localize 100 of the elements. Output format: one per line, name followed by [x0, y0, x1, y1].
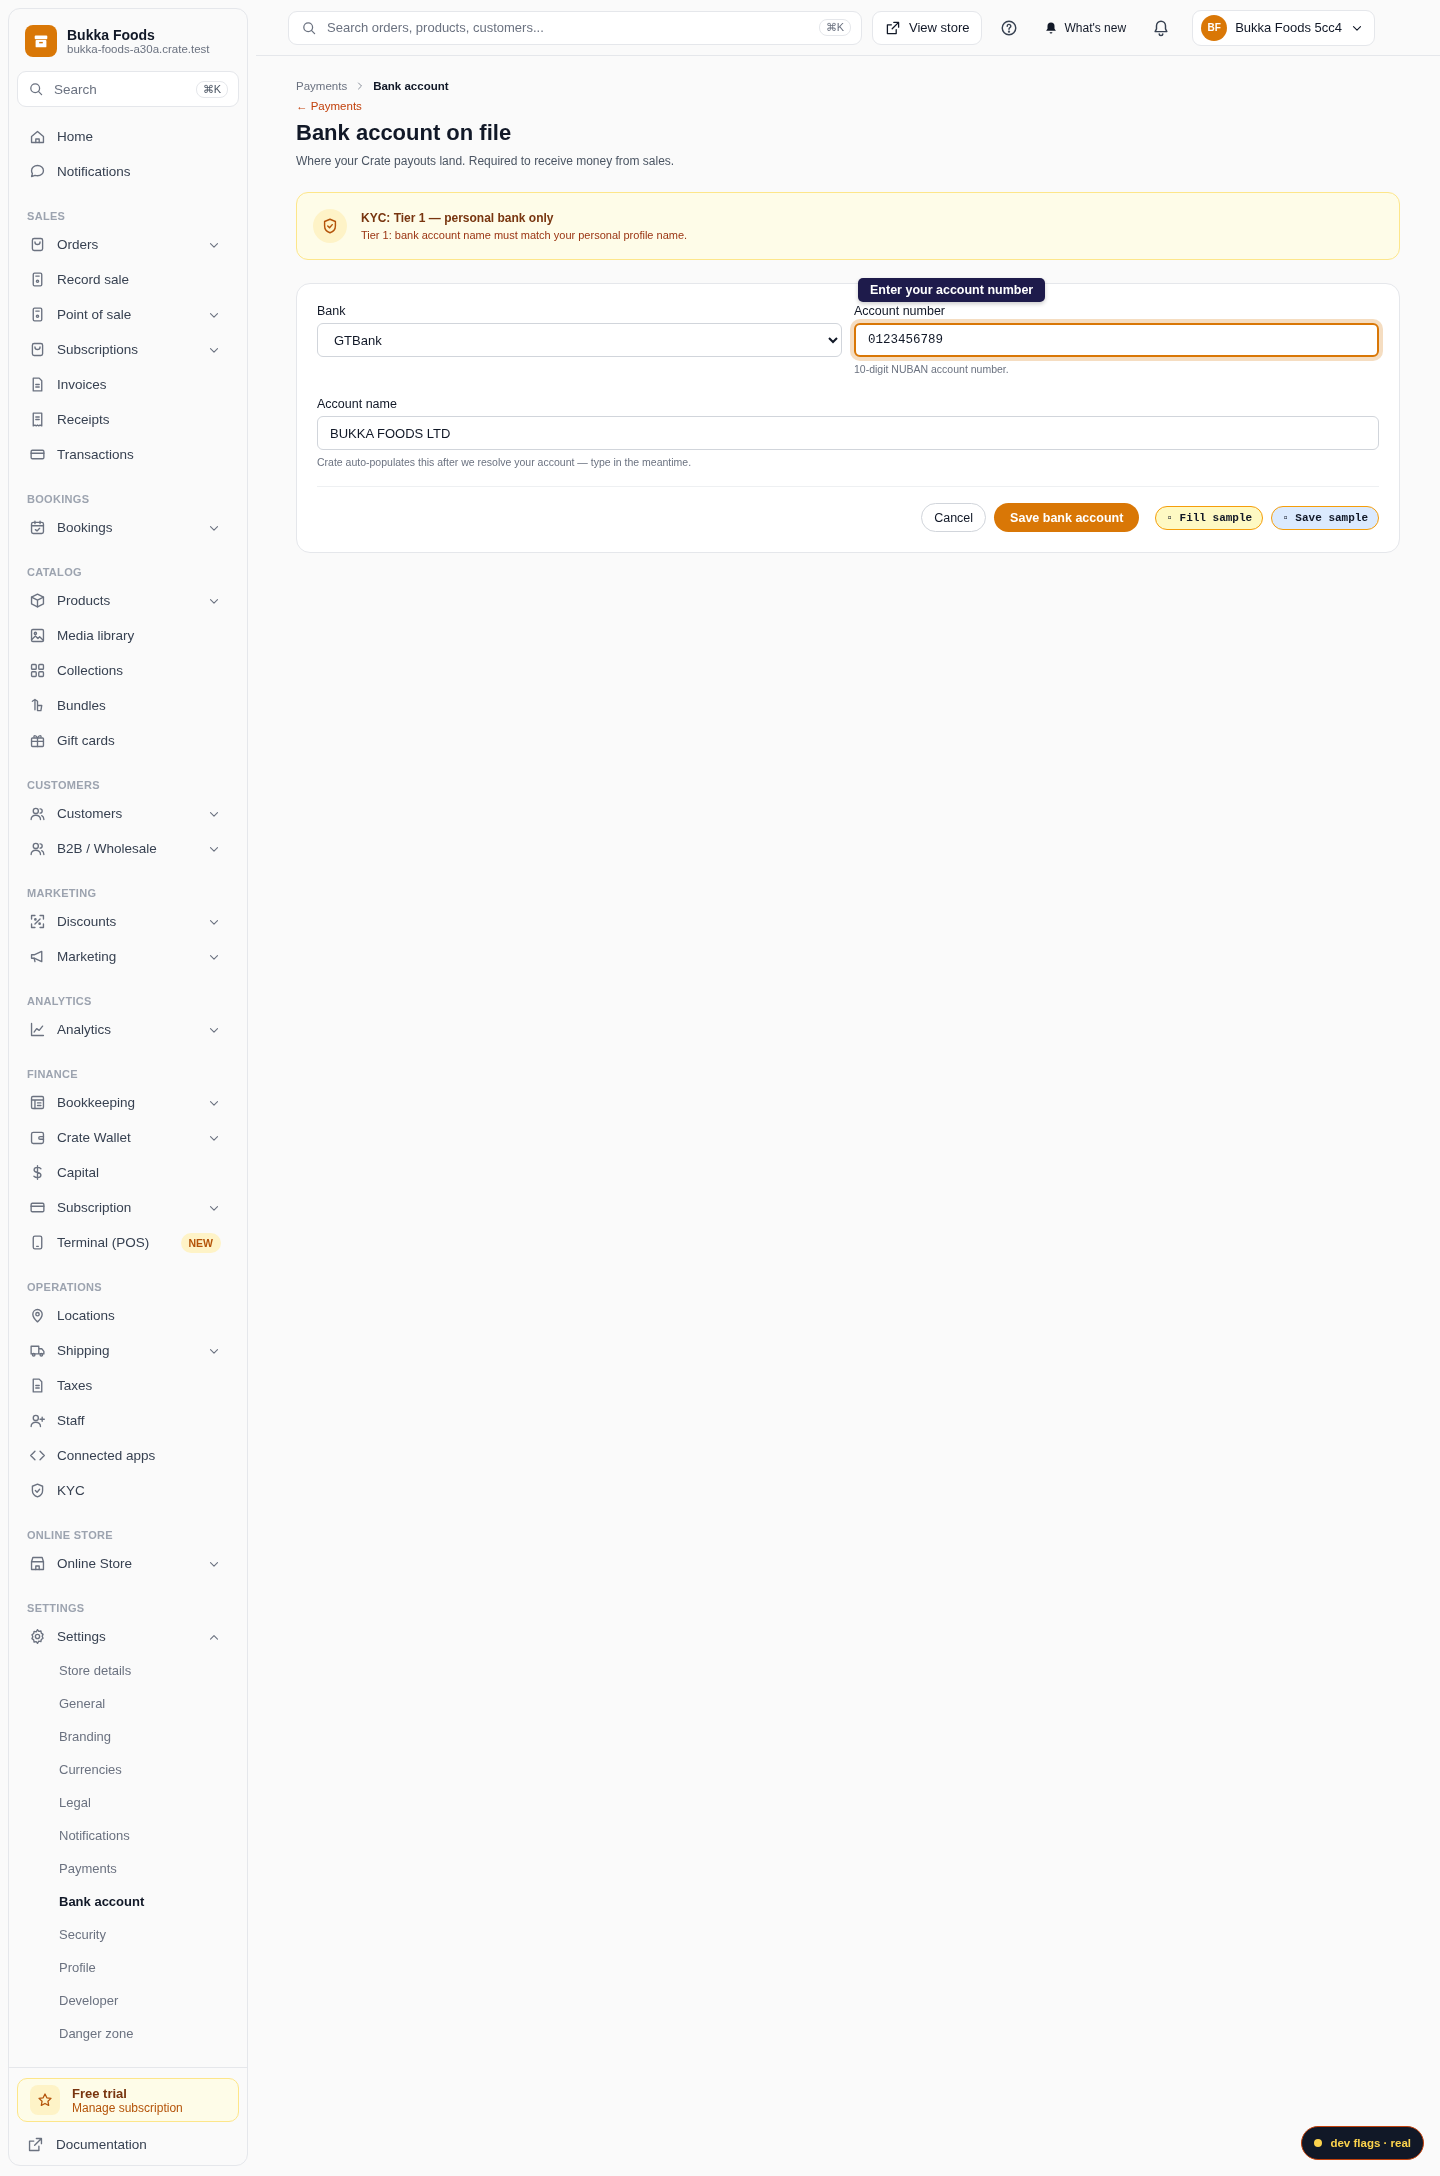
- field-hint: Crate auto-populates this after we resolve your account — type in the meantime.: [317, 456, 693, 468]
- nav-subitem[interactable]: Security: [17, 1918, 239, 1951]
- account-number-field[interactable]: 0123456789: [854, 323, 1379, 357]
- shield-icon: [313, 209, 347, 243]
- manage-subscription-link[interactable]: Manage subscription: [72, 2100, 183, 2115]
- nav-item[interactable]: Settings: [17, 1619, 239, 1654]
- nav-item[interactable]: Bookings: [17, 510, 239, 545]
- nav-item[interactable]: Terminal (POS) NEW: [17, 1225, 239, 1260]
- box-icon: [29, 592, 46, 609]
- tooltip: Enter your account number: [858, 278, 1046, 302]
- notice-text: Tier 1: bank account name must match your personal profile name.: [361, 229, 688, 241]
- nav-item[interactable]: Shipping: [17, 1333, 239, 1368]
- store-name: Bukka Foods: [67, 27, 156, 43]
- fill-sample-button[interactable]: ▫ Fill sample: [1155, 505, 1264, 530]
- nav-item[interactable]: Taxes: [17, 1368, 239, 1403]
- store-domain: bukka-foods-a30a.crate.test: [67, 43, 210, 55]
- location-pin-icon: [29, 1307, 46, 1324]
- nav-item[interactable]: Marketing: [17, 939, 239, 974]
- nav-subitem[interactable]: Danger zone: [17, 2017, 239, 2050]
- external-link-icon: [885, 19, 901, 36]
- nav-subitem[interactable]: General: [17, 1687, 239, 1720]
- section-heading: SALES: [27, 209, 67, 224]
- breadcrumb-current: Bank account: [373, 80, 449, 92]
- nav-item[interactable]: Receipts: [17, 402, 239, 437]
- dev-flags-pill[interactable]: dev flags · real: [1301, 2126, 1424, 2160]
- section-heading: CUSTOMERS: [27, 778, 101, 793]
- nav-item[interactable]: Crate Wallet: [17, 1120, 239, 1155]
- external-link-icon: [27, 2136, 44, 2153]
- view-store-button[interactable]: View store: [872, 10, 983, 45]
- nav-item[interactable]: Bookkeeping: [17, 1085, 239, 1120]
- nav-item[interactable]: Transactions: [17, 437, 239, 472]
- search-icon: [301, 19, 317, 36]
- section-heading: FINANCE: [27, 1067, 79, 1082]
- nav-subitem[interactable]: Legal: [17, 1786, 239, 1819]
- back-link[interactable]: ← Payments: [296, 100, 362, 112]
- nav-subitem[interactable]: Developer: [17, 1984, 239, 2017]
- nav-item[interactable]: Locations: [17, 1298, 239, 1333]
- nav-item[interactable]: Subscriptions: [17, 332, 239, 367]
- field-label: Account number: [854, 304, 947, 318]
- nav-item[interactable]: Customers: [17, 796, 239, 831]
- save-sample-button[interactable]: ▫ Save sample: [1271, 505, 1379, 530]
- section-heading: MARKETING: [27, 886, 98, 901]
- nav-item[interactable]: Point of sale: [17, 297, 239, 332]
- field-label: Bank: [317, 304, 347, 318]
- page-subtitle: Where your Crate payouts land. Required to receive money from sales.: [296, 154, 676, 168]
- notice-title: KYC: Tier 1 — personal bank only: [361, 211, 555, 225]
- page-title: Bank account on file: [296, 120, 513, 146]
- nav-subitem[interactable]: Profile: [17, 1951, 239, 1984]
- field-label: Account name: [317, 397, 398, 411]
- search-field[interactable]: Search orders, products, customers... ⌘K: [288, 10, 862, 45]
- users-icon: [29, 840, 46, 857]
- help-icon: [1000, 18, 1019, 37]
- documentation-link[interactable]: Documentation: [17, 2122, 239, 2155]
- nav-item[interactable]: Gift cards: [17, 723, 239, 758]
- search-icon: [28, 81, 44, 97]
- bag-icon: [29, 341, 46, 358]
- nav-item[interactable]: Analytics: [17, 1012, 239, 1047]
- nav-subitem[interactable]: Payments: [17, 1852, 239, 1885]
- new-badge: NEW: [180, 1232, 221, 1253]
- nav-subitem[interactable]: Notifications: [17, 1819, 239, 1852]
- bell-icon: [1152, 18, 1171, 37]
- nav-item[interactable]: Record sale: [17, 262, 239, 297]
- nav-item[interactable]: Media library: [17, 618, 239, 653]
- nav-item[interactable]: Discounts: [17, 904, 239, 939]
- nav-item[interactable]: Bundles: [17, 688, 239, 723]
- nav-item[interactable]: Subscription: [17, 1190, 239, 1225]
- user-plus-icon: [29, 1412, 46, 1429]
- nav-item[interactable]: Orders: [17, 227, 239, 262]
- nav-item[interactable]: Collections: [17, 653, 239, 688]
- nav-subitem[interactable]: Currencies: [17, 1753, 239, 1786]
- nav-item[interactable]: Connected apps: [17, 1438, 239, 1473]
- gift-icon: [29, 732, 46, 749]
- free-trial-card[interactable]: Free trial Manage subscription: [17, 2078, 239, 2122]
- nav-item[interactable]: B2B / Wholesale: [17, 831, 239, 866]
- section-heading: ANALYTICS: [27, 994, 93, 1009]
- cancel-button[interactable]: Cancel: [921, 503, 987, 532]
- nav-item[interactable]: Products: [17, 583, 239, 618]
- calendar-icon: [29, 519, 46, 536]
- nav-subitem[interactable]: Bank account: [17, 1885, 239, 1918]
- star-icon: [30, 2085, 60, 2115]
- account-name-field[interactable]: BUKKA FOODS LTD: [317, 416, 1379, 450]
- nav-item[interactable]: Notifications: [17, 154, 239, 189]
- nav-item[interactable]: Capital: [17, 1155, 239, 1190]
- nav-item[interactable]: Invoices: [17, 367, 239, 402]
- nav-item[interactable]: KYC: [17, 1473, 239, 1508]
- section-heading: BOOKINGS: [27, 492, 91, 507]
- search-field[interactable]: Search ⌘K: [17, 71, 239, 107]
- whats-new-button[interactable]: What's new: [1036, 20, 1135, 35]
- shortcut-hint: ⌘K: [195, 80, 228, 98]
- breadcrumb-link[interactable]: Payments: [296, 80, 348, 92]
- bank-select[interactable]: GTBank: [317, 323, 842, 357]
- nav-item[interactable]: Online Store: [17, 1546, 239, 1581]
- bell-icon: [1044, 20, 1059, 35]
- nav-subitem[interactable]: Store details: [17, 1654, 239, 1687]
- nav-item[interactable]: Home: [17, 119, 239, 154]
- nav-subitem[interactable]: Branding: [17, 1720, 239, 1753]
- gear-icon: [29, 1628, 46, 1645]
- nav-item[interactable]: Staff: [17, 1403, 239, 1438]
- chat-bubble-icon: [29, 163, 46, 180]
- account-menu[interactable]: BF Bukka Foods 5cc4: [1192, 9, 1376, 46]
